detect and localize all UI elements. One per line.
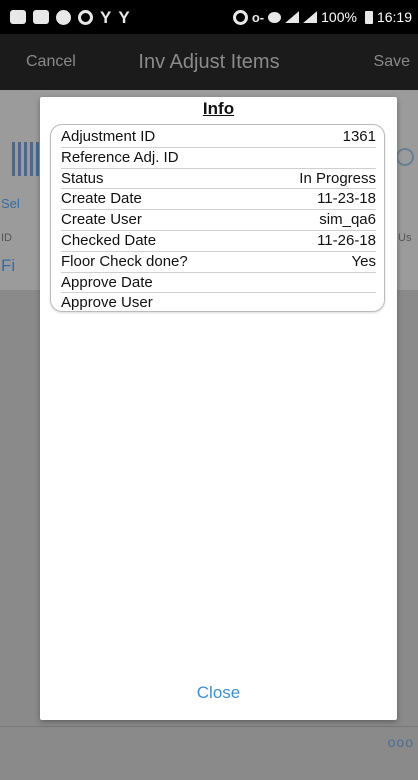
app-header: Cancel Inv Adjust Items Save — [0, 34, 418, 90]
info-value: 11-23-18 — [317, 190, 376, 208]
info-label: Reference Adj. ID — [61, 148, 179, 166]
info-value: 11-26-18 — [317, 231, 376, 249]
info-row: Adjustment ID 1361 — [61, 127, 376, 148]
battery-icon — [364, 10, 373, 24]
info-row: Approve User — [61, 293, 376, 314]
info-row: Status In Progress — [61, 169, 376, 190]
chat-icon — [33, 10, 49, 24]
dialog-title: Info — [202, 99, 235, 118]
info-value: In Progress — [299, 169, 376, 187]
do-not-disturb-icon — [232, 9, 248, 25]
signal-icon — [285, 11, 300, 23]
app-y2-icon: Y — [118, 7, 130, 27]
info-label: Adjustment ID — [61, 128, 156, 145]
status-bar: Y Y o- 100% 16:19 — [0, 0, 418, 34]
info-row: Checked Date 11-26-18 — [61, 231, 376, 252]
circle-icon — [56, 9, 71, 25]
info-row: Create Date 11-23-18 — [61, 189, 376, 211]
id-column-label: ID — [1, 232, 12, 244]
search-icon — [396, 148, 414, 166]
info-label: Floor Check done? — [61, 252, 188, 270]
save-button[interactable]: Save — [374, 53, 410, 71]
info-value: sim_qa6 — [319, 211, 376, 229]
battery-percent: 100% — [321, 9, 357, 25]
clock: 16:19 — [376, 9, 412, 25]
more-options-button[interactable]: ooo — [388, 734, 414, 750]
vpn-key-icon: o- — [251, 9, 265, 25]
wifi-icon — [268, 11, 282, 23]
info-label: Create User — [61, 211, 142, 229]
sync-icon — [78, 9, 93, 25]
info-label: Approve User — [61, 294, 153, 312]
user-column-label: Us — [398, 232, 412, 244]
info-row: Floor Check done? Yes — [61, 252, 376, 273]
notification-icons: Y Y — [10, 9, 233, 26]
info-row: Approve Date — [61, 273, 376, 294]
bottom-bar — [0, 726, 418, 780]
filter-label: Fi — [1, 256, 16, 275]
info-row: Create User sim_qa6 — [61, 210, 376, 231]
signal-2-icon — [303, 11, 318, 23]
close-button[interactable]: Close — [40, 683, 397, 703]
info-label: Approve Date — [61, 273, 153, 291]
message-icon — [10, 10, 26, 24]
info-row: Reference Adj. ID — [61, 148, 376, 169]
info-label: Status — [61, 169, 104, 187]
select-label: Sel — [1, 196, 20, 211]
cancel-button[interactable]: Cancel — [26, 53, 76, 71]
info-value: 1361 — [342, 128, 376, 145]
barcode-icon — [12, 142, 40, 176]
info-value: Yes — [351, 252, 376, 270]
info-label: Checked Date — [61, 231, 157, 249]
info-table: Adjustment ID 1361 Reference Adj. ID Stat… — [50, 124, 385, 312]
system-icons: o- 100% 16:19 — [232, 9, 412, 25]
info-dialog: Info Adjustment ID 1361 Reference Adj. ID… — [40, 97, 397, 720]
app-y-icon: Y — [100, 7, 112, 27]
info-label: Create Date — [61, 190, 142, 208]
